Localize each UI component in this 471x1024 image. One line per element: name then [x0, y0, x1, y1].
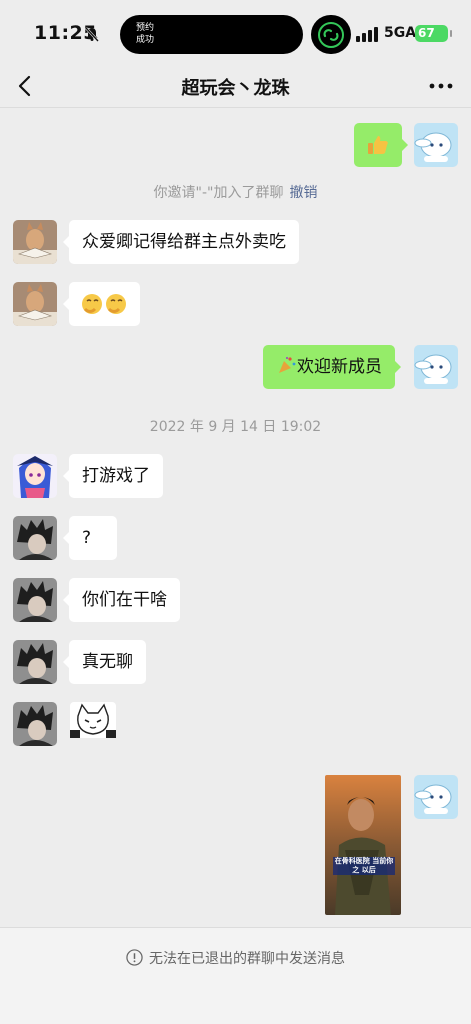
battery-indicator: 67 — [415, 25, 452, 42]
cat-sticker[interactable] — [70, 702, 116, 738]
my-avatar[interactable] — [414, 775, 458, 819]
link-icon — [318, 22, 344, 48]
invite-text: 你邀请"-"加入了群聊 — [153, 185, 284, 201]
chat-footer: 无法在已退出的群聊中发送消息 — [0, 927, 471, 1024]
dark-hair-avatar-image — [13, 702, 57, 746]
cinnamoroll-avatar-image — [414, 123, 458, 167]
thinking-face-icon — [82, 294, 126, 314]
outgoing-message-welcome[interactable]: 欢迎新成员 — [263, 345, 401, 389]
anime-girl-avatar-image — [13, 454, 57, 498]
sender-avatar-dark-hair[interactable] — [13, 640, 57, 684]
more-options-icon[interactable] — [428, 76, 454, 96]
incoming-message[interactable]: ? — [63, 516, 117, 560]
party-popper-icon — [279, 356, 296, 373]
outgoing-photo-message[interactable]: 在骨科医院 当前你 之 以后 — [325, 775, 401, 915]
incoming-message-emoji[interactable] — [63, 282, 140, 326]
chat-title: 超玩会丶龙珠 — [181, 78, 290, 99]
incoming-message[interactable]: 打游戏了 — [63, 454, 163, 498]
revoke-link[interactable]: 撤销 — [289, 185, 317, 201]
timestamp: 2022 年 9 月 14 日 19:02 — [149, 419, 322, 435]
my-avatar[interactable] — [414, 123, 458, 167]
sender-avatar-anime[interactable] — [13, 454, 57, 498]
incoming-message[interactable]: 众爱卿记得给群主点外卖吃 — [63, 220, 299, 264]
cinnamoroll-avatar-image — [414, 345, 458, 389]
sender-avatar-dark-hair[interactable] — [13, 516, 57, 560]
status-bar: 11:25 预约 成功 5GA 67 — [0, 0, 471, 64]
welcome-text: 欢迎新成员 — [297, 357, 382, 377]
dark-hair-avatar-image — [13, 640, 57, 684]
island-text-line1: 预约 — [136, 23, 155, 33]
info-icon — [126, 949, 143, 966]
photo-caption: 在骨科医院 当前你 之 以后 — [333, 857, 395, 875]
incoming-message[interactable]: 你们在干啥 — [63, 578, 180, 622]
incoming-message[interactable]: 真无聊 — [63, 640, 146, 684]
fox-reading-avatar-image — [13, 220, 57, 264]
chat-header: 超玩会丶龙珠 — [0, 64, 471, 108]
sender-avatar-fox[interactable] — [13, 282, 57, 326]
dynamic-island: 预约 成功 — [120, 15, 303, 54]
network-type: 5GA — [384, 25, 417, 41]
system-message-invite: 你邀请"-"加入了群聊 撤销 — [0, 182, 471, 202]
signal-icon — [356, 27, 378, 42]
sender-avatar-fox[interactable] — [13, 220, 57, 264]
sender-avatar-dark-hair[interactable] — [13, 578, 57, 622]
cinnamoroll-avatar-image — [414, 775, 458, 819]
sender-avatar-dark-hair[interactable] — [13, 702, 57, 746]
cat-sticker-image — [70, 703, 116, 738]
movie-poster-image — [325, 775, 401, 915]
dark-hair-avatar-image — [13, 516, 57, 560]
island-text-line2: 成功 — [136, 35, 155, 45]
thumbs-up-icon — [368, 136, 388, 154]
outgoing-message-emoji[interactable] — [354, 123, 408, 167]
island-app-icon — [311, 15, 351, 54]
dark-hair-avatar-image — [13, 578, 57, 622]
fox-reading-avatar-image — [13, 282, 57, 326]
my-avatar[interactable] — [414, 345, 458, 389]
bell-muted-icon — [85, 27, 99, 42]
footer-notice: 无法在已退出的群聊中发送消息 — [149, 951, 345, 967]
